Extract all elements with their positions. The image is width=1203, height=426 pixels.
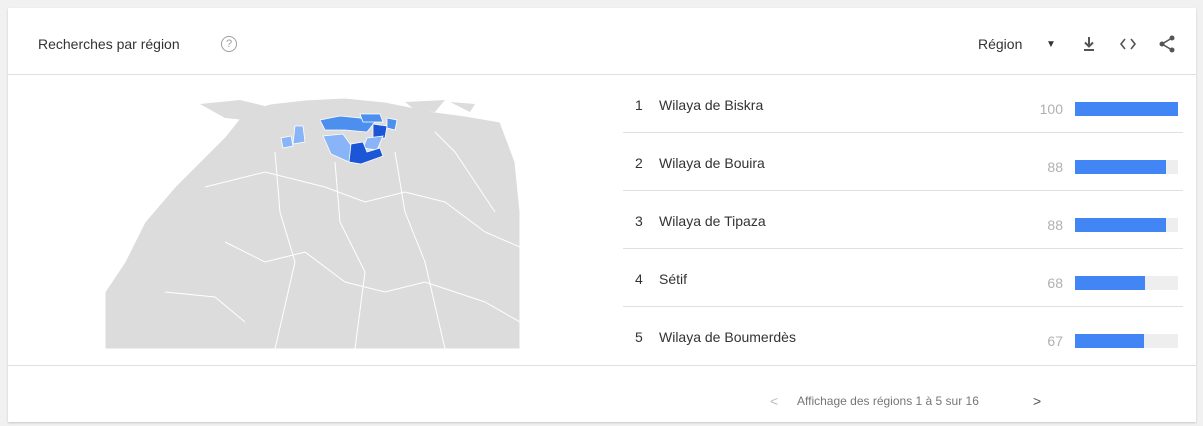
region-bar-fill bbox=[1075, 276, 1146, 290]
region-value: 88 bbox=[1047, 159, 1063, 175]
region-bar-fill bbox=[1075, 102, 1178, 116]
region-list: 1 Wilaya de Biskra 100 2 Wilaya de Bouira 88 3… bbox=[623, 75, 1183, 364]
region-value: 68 bbox=[1047, 275, 1063, 291]
region-bar-track bbox=[1075, 276, 1178, 290]
region-rank: 2 bbox=[635, 155, 643, 171]
region-row[interactable]: 3 Wilaya de Tipaza 88 bbox=[623, 191, 1183, 249]
region-bar-fill bbox=[1075, 160, 1166, 174]
region-bar-fill bbox=[1075, 218, 1166, 232]
region-name[interactable]: Wilaya de Bouira bbox=[659, 155, 765, 171]
region-value: 67 bbox=[1047, 333, 1063, 349]
region-name[interactable]: Sétif bbox=[659, 271, 687, 287]
region-name[interactable]: Wilaya de Biskra bbox=[659, 97, 763, 113]
map-land bbox=[105, 97, 520, 349]
card-header: Recherches par région ? Région ▼ bbox=[8, 8, 1196, 75]
map-region-west bbox=[292, 125, 306, 145]
region-value: 100 bbox=[1039, 101, 1063, 117]
region-bar-track bbox=[1075, 102, 1178, 116]
map-region-oran bbox=[280, 135, 294, 149]
region-rank: 4 bbox=[635, 271, 643, 287]
region-row[interactable]: 5 Wilaya de Boumerdès 67 bbox=[623, 307, 1183, 364]
region-name[interactable]: Wilaya de Tipaza bbox=[659, 213, 766, 229]
region-bar-fill bbox=[1075, 334, 1144, 348]
region-map[interactable] bbox=[105, 92, 520, 349]
next-page-icon[interactable]: > bbox=[1033, 393, 1041, 409]
pagination-text: Affichage des régions 1 à 5 sur 16 bbox=[797, 394, 979, 408]
download-icon[interactable] bbox=[1079, 34, 1099, 54]
region-name[interactable]: Wilaya de Boumerdès bbox=[659, 329, 796, 345]
region-row[interactable]: 1 Wilaya de Biskra 100 bbox=[623, 75, 1183, 133]
region-bar-track bbox=[1075, 160, 1178, 174]
region-rank: 3 bbox=[635, 213, 643, 229]
pagination-footer: < Affichage des régions 1 à 5 sur 16 > bbox=[8, 365, 1196, 423]
region-bar-track bbox=[1075, 218, 1178, 232]
card-title: Recherches par région bbox=[38, 36, 180, 52]
share-icon[interactable] bbox=[1157, 34, 1177, 54]
map-region-boumerdes bbox=[359, 113, 384, 123]
region-rank: 5 bbox=[635, 329, 643, 345]
region-row[interactable]: 4 Sétif 68 bbox=[623, 249, 1183, 307]
region-rank: 1 bbox=[635, 97, 643, 113]
embed-code-icon[interactable] bbox=[1118, 34, 1138, 54]
region-bar-track bbox=[1075, 334, 1178, 348]
region-value: 88 bbox=[1047, 217, 1063, 233]
interest-by-region-card: Recherches par région ? Région ▼ 1 Wilay… bbox=[8, 8, 1196, 422]
map-region-bouira bbox=[372, 123, 388, 139]
question-circle-icon[interactable]: ? bbox=[221, 36, 237, 52]
previous-page-icon[interactable]: < bbox=[770, 393, 778, 409]
map-region-east bbox=[386, 117, 398, 131]
region-resolution-select[interactable]: Région bbox=[978, 36, 1022, 52]
region-row[interactable]: 2 Wilaya de Bouira 88 bbox=[623, 133, 1183, 191]
caret-down-icon[interactable]: ▼ bbox=[1046, 39, 1056, 50]
